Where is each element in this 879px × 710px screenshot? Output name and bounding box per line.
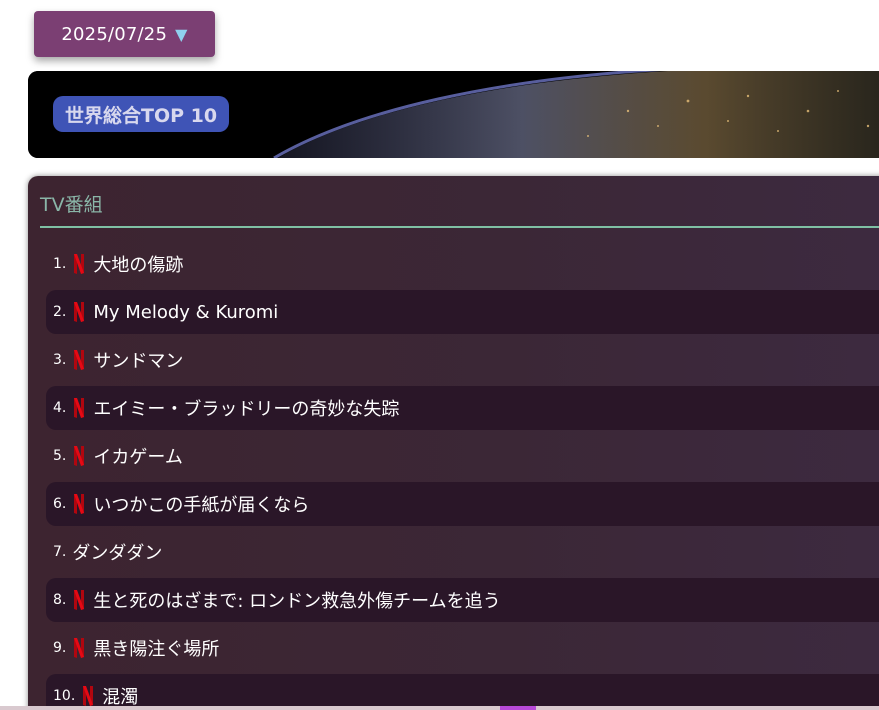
- list-item[interactable]: 7. ダンダダン: [46, 530, 879, 574]
- list-item[interactable]: 2. My Melody & Kuromi: [46, 290, 879, 334]
- section-divider: [40, 226, 879, 228]
- rank-number: 6.: [53, 496, 67, 512]
- rank-number: 2.: [53, 304, 67, 320]
- netflix-n-icon: [74, 446, 85, 466]
- earth-banner: 世界総合TOP 10: [28, 71, 879, 158]
- date-select-button[interactable]: 2025/07/25 ▼: [34, 11, 215, 57]
- rank-number: 10.: [53, 688, 76, 704]
- program-title: 黒き陽注ぐ場所: [93, 639, 220, 660]
- rank-number: 1.: [53, 256, 67, 272]
- list-item[interactable]: 3. サンドマン: [46, 338, 879, 382]
- program-title: いつかこの手紙が届くなら: [93, 495, 310, 516]
- netflix-n-icon: [74, 350, 85, 370]
- bottom-strip: [0, 706, 879, 710]
- list-item[interactable]: 10. 混濁: [46, 674, 879, 710]
- netflix-n-icon: [74, 254, 85, 274]
- caret-down-icon: ▼: [175, 24, 188, 44]
- netflix-n-icon: [74, 398, 85, 418]
- list-item[interactable]: 4. エイミー・ブラッドリーの奇妙な失踪: [46, 386, 879, 430]
- list-item[interactable]: 6. いつかこの手紙が届くなら: [46, 482, 879, 526]
- program-title: 生と死のはざまで: ロンドン救急外傷チームを追う: [93, 591, 501, 612]
- rank-number: 3.: [53, 352, 67, 368]
- list-item[interactable]: 5. イカゲーム: [46, 434, 879, 478]
- rank-number: 8.: [53, 592, 67, 608]
- date-label: 2025/07/25: [61, 23, 168, 45]
- program-title: サンドマン: [93, 351, 184, 372]
- list-item[interactable]: 8. 生と死のはざまで: ロンドン救急外傷チームを追う: [46, 578, 879, 622]
- netflix-n-icon: [74, 638, 85, 658]
- rank-number: 7.: [53, 544, 67, 560]
- ranking-list: 1. 大地の傷跡 2. My Melody & Kuromi 3. サンドマン 4. エイミー…: [46, 242, 879, 710]
- section-title: TV番組: [40, 194, 103, 216]
- netflix-n-icon: [74, 494, 85, 514]
- list-item[interactable]: 1. 大地の傷跡: [46, 242, 879, 286]
- rank-number: 9.: [53, 640, 67, 656]
- rank-number: 5.: [53, 448, 67, 464]
- netflix-n-icon: [83, 686, 94, 706]
- program-title: ダンダダン: [72, 543, 163, 564]
- rank-number: 4.: [53, 400, 67, 416]
- program-title: My Melody & Kuromi: [93, 301, 279, 323]
- page: 2025/07/25 ▼ 世界総合TOP 10 TV番組 1. 大地の傷跡 2.…: [0, 0, 879, 710]
- tv-ranking-panel: TV番組 1. 大地の傷跡 2. My Melody & Kuromi 3. サンドマン 4…: [28, 176, 879, 710]
- netflix-n-icon: [74, 590, 85, 610]
- netflix-n-icon: [74, 302, 85, 322]
- program-title: イカゲーム: [93, 447, 183, 468]
- list-item[interactable]: 9. 黒き陽注ぐ場所: [46, 626, 879, 670]
- program-title: エイミー・ブラッドリーの奇妙な失踪: [93, 399, 400, 420]
- banner-title-badge: 世界総合TOP 10: [53, 96, 230, 132]
- program-title: 大地の傷跡: [93, 255, 184, 276]
- bottom-strip-accent: [500, 706, 536, 710]
